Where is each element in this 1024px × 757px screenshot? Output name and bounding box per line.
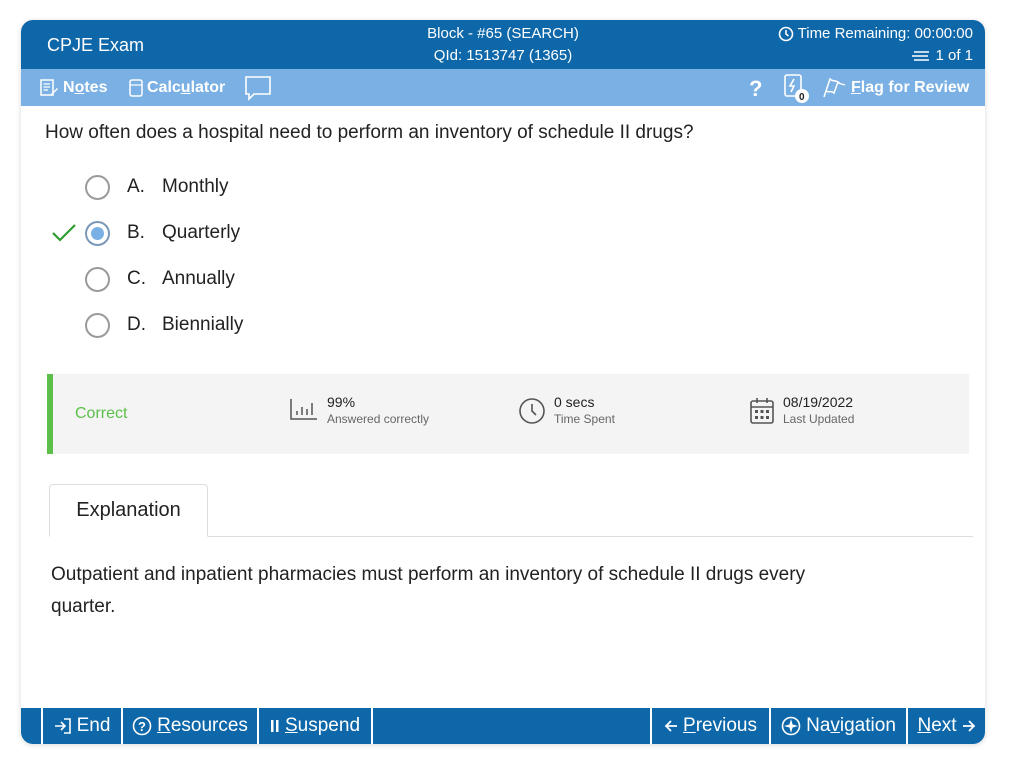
lab-values-button[interactable]: 0 xyxy=(782,69,814,106)
notes-label-c: tes xyxy=(84,78,108,96)
notes-button[interactable]: Notes xyxy=(39,69,107,106)
radio-button[interactable] xyxy=(85,267,110,292)
help-circle-icon: ? xyxy=(132,716,152,736)
next-button[interactable]: Next xyxy=(906,708,985,744)
time-spent-value: 0 secs xyxy=(554,394,595,410)
pause-icon xyxy=(270,720,279,732)
help-button[interactable]: ? xyxy=(748,69,764,106)
percent-correct-stat: 99% Answered correctly xyxy=(289,394,429,427)
navigation-button[interactable]: Navigation xyxy=(769,708,906,744)
previous-label-b: revious xyxy=(695,715,757,736)
notes-label-a: N xyxy=(63,78,75,96)
time-remaining: Time Remaining: 00:00:00 xyxy=(778,23,973,45)
answer-stats-panel: Correct 99% Answered correctly 0 secs Ti… xyxy=(47,374,969,454)
last-updated-value: 08/19/2022 xyxy=(783,394,854,410)
calendar-icon xyxy=(750,398,774,424)
svg-text:?: ? xyxy=(138,719,146,734)
arrow-right-icon xyxy=(962,720,975,732)
answer-option-a[interactable]: A. Monthly xyxy=(51,170,451,204)
checkmark-icon xyxy=(52,224,76,242)
explanation-text: Outpatient and inpatient pharmacies must… xyxy=(51,564,806,617)
percent-value: 99% xyxy=(327,394,356,410)
suspend-label-a: S xyxy=(284,715,298,736)
time-remaining-text: Time Remaining: 00:00:00 xyxy=(797,25,973,42)
answer-letter: D. xyxy=(127,314,146,335)
exam-header: CPJE Exam Block - #65 (SEARCH) QId: 1513… xyxy=(21,20,985,69)
tab-explanation[interactable]: Explanation xyxy=(49,484,208,537)
suspend-button[interactable]: Suspend xyxy=(257,708,373,744)
notes-icon xyxy=(40,78,58,96)
bar-chart-icon xyxy=(290,399,317,420)
navigation-label-a: Na xyxy=(806,715,831,736)
toolbar: Notes Calculator ? 0 Flag for Review xyxy=(21,69,985,106)
answer-letter: A. xyxy=(127,176,145,197)
item-counter: 1 of 1 xyxy=(778,45,973,67)
question-stem: How often does a hospital need to perfor… xyxy=(45,122,694,143)
flag-for-review-button[interactable]: Flag for Review xyxy=(821,69,969,106)
calc-label-a: Calc xyxy=(147,78,181,96)
answer-letter: C. xyxy=(127,268,146,289)
lab-badge: 0 xyxy=(799,92,805,103)
radio-button-selected[interactable] xyxy=(85,221,110,246)
clock-icon xyxy=(519,398,545,424)
compass-icon xyxy=(781,716,801,736)
flag-label-a: F xyxy=(851,78,861,96)
notes-label-b: o xyxy=(74,78,85,96)
answer-option-b[interactable]: B. Quarterly xyxy=(51,216,451,250)
clock-icon xyxy=(778,26,793,42)
answer-text: Quarterly xyxy=(162,222,241,243)
resources-label-b: esources xyxy=(170,715,248,736)
feedback-button[interactable] xyxy=(244,69,272,106)
answer-option-d[interactable]: D. Biennially xyxy=(51,308,451,342)
navigation-label-c: igation xyxy=(839,715,896,736)
time-spent-stat: 0 secs Time Spent xyxy=(518,394,615,427)
speech-bubble-icon xyxy=(245,75,271,101)
calculator-button[interactable]: Calculator xyxy=(129,69,225,106)
answer-text: Annually xyxy=(162,268,235,289)
exam-footer: End ? Resources Suspend Previous Navigat… xyxy=(21,708,985,744)
resources-label-a: R xyxy=(157,715,171,736)
resources-button[interactable]: ? Resources xyxy=(121,708,257,744)
item-counter-text: 1 of 1 xyxy=(935,47,973,64)
question-mark-icon: ? xyxy=(749,77,762,99)
previous-label-a: P xyxy=(683,715,696,736)
svg-text:?: ? xyxy=(749,77,762,99)
exam-window: CPJE Exam Block - #65 (SEARCH) QId: 1513… xyxy=(21,20,985,744)
last-updated-stat: 08/19/2022 Last Updated xyxy=(749,394,854,427)
next-label-b: ext xyxy=(931,715,957,736)
calc-label-b: u xyxy=(180,78,191,96)
flag-icon xyxy=(823,77,846,97)
previous-button[interactable]: Previous xyxy=(650,708,769,744)
navigation-label-b: v xyxy=(830,715,840,736)
answer-letter: B. xyxy=(127,222,145,243)
next-label-a: N xyxy=(917,715,932,736)
list-icon xyxy=(912,51,930,61)
calc-label-c: lator xyxy=(190,78,226,96)
radio-button[interactable] xyxy=(85,313,110,338)
answer-text: Monthly xyxy=(162,176,229,197)
time-area: Time Remaining: 00:00:00 1 of 1 xyxy=(778,23,973,67)
end-button[interactable]: End xyxy=(41,708,121,744)
calculator-icon xyxy=(129,78,143,97)
flag-label-b: lag for Review xyxy=(860,78,970,96)
result-status: Correct xyxy=(75,405,128,422)
suspend-label-b: uspend xyxy=(297,715,361,736)
answer-text: Biennially xyxy=(162,314,244,335)
radio-button[interactable] xyxy=(85,175,110,200)
lab-values-icon: 0 xyxy=(784,73,809,103)
end-label: End xyxy=(76,715,111,736)
exit-icon xyxy=(54,718,71,734)
last-updated-label: Last Updated xyxy=(783,412,855,426)
time-spent-label: Time Spent xyxy=(554,412,615,426)
percent-label: Answered correctly xyxy=(327,412,430,426)
arrow-left-icon xyxy=(664,720,678,732)
answer-option-c[interactable]: C. Annually xyxy=(51,262,451,296)
